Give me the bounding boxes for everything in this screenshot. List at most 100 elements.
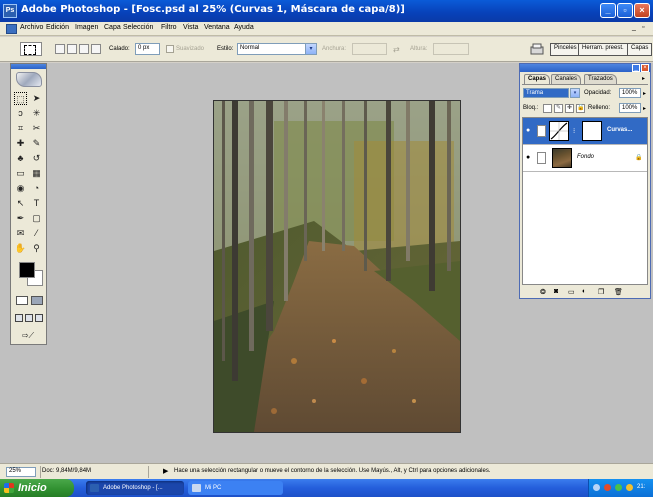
jump-to-imageready-icon[interactable]: ⇨⟋ [15, 329, 41, 342]
crop-icon[interactable]: ⌗ [14, 122, 27, 135]
marquee-icon[interactable]: ⬚ [14, 92, 27, 105]
lasso-icon[interactable]: ↄ [14, 107, 27, 120]
eraser-icon[interactable]: ▭ [14, 167, 27, 180]
standard-screen-mode-button[interactable] [15, 314, 23, 322]
gradient-icon[interactable]: ▦ [30, 167, 43, 180]
new-layer-icon[interactable]: ❐ [598, 288, 604, 296]
tray-language-icon[interactable] [593, 484, 600, 491]
zoom-level-field[interactable]: 25% [6, 467, 36, 477]
feather-input[interactable]: 0 px [135, 43, 160, 55]
toolbox-title-bar[interactable] [11, 64, 46, 69]
slice-icon[interactable]: ✂ [30, 122, 43, 135]
width-input[interactable] [352, 43, 387, 55]
mask-chain-icon[interactable]: ⁝ [573, 127, 575, 135]
layer-mask-thumbnail[interactable] [582, 121, 602, 141]
full-screen-menu-mode-button[interactable] [25, 314, 33, 322]
fill-slider-arrow-icon[interactable]: ▸ [643, 105, 646, 112]
quick-mask-mode-button[interactable] [31, 296, 43, 305]
new-selection-mode-icon[interactable] [55, 44, 65, 54]
layers-palette-title-bar[interactable] [520, 64, 650, 72]
magic-wand-icon[interactable]: ✳ [30, 107, 43, 120]
pen-icon[interactable]: ✒ [14, 212, 27, 225]
feather-logo-icon[interactable] [16, 72, 42, 87]
height-input[interactable] [433, 43, 469, 55]
close-button[interactable]: × [634, 3, 650, 18]
layer-row-fondo[interactable]: ● Fondo 🔒 [523, 145, 647, 172]
blur-icon[interactable]: ◉ [14, 182, 27, 195]
doc-minimize-button[interactable]: _ [632, 24, 636, 31]
swap-dimensions-icon[interactable]: ⇄ [393, 45, 400, 54]
type-icon[interactable]: T [30, 197, 43, 210]
start-button[interactable]: Inicio [0, 479, 74, 497]
taskbar-item-mi-pc[interactable]: Mi PC [188, 481, 283, 495]
zoom-icon[interactable]: ⚲ [30, 242, 43, 255]
menu-edicion[interactable]: Edición [46, 24, 69, 31]
doc-restore-button[interactable]: ▫ [642, 24, 644, 31]
tab-capas[interactable]: Capas [524, 74, 551, 84]
tool-preset-picker[interactable] [20, 42, 42, 56]
tray-volume-icon[interactable] [626, 484, 633, 491]
visibility-eye-icon[interactable]: ● [526, 127, 530, 134]
tray-network-icon[interactable] [615, 484, 622, 491]
new-group-icon[interactable]: ▭ [568, 288, 575, 296]
layer-style-icon[interactable]: ❂ [540, 288, 546, 296]
menu-ventana[interactable]: Ventana [204, 24, 230, 31]
palette-menu-arrow-icon[interactable]: ▸ [642, 75, 645, 82]
menu-seleccion[interactable]: Selección [123, 24, 153, 31]
blend-mode-dropdown-icon[interactable]: ▾ [570, 88, 580, 98]
taskbar-item-photoshop[interactable]: Adobe Photoshop - [... [86, 481, 184, 495]
subtract-selection-mode-icon[interactable] [79, 44, 89, 54]
opacity-input[interactable]: 100% [619, 88, 641, 98]
menu-filtro[interactable]: Filtro [161, 24, 177, 31]
lock-image-icon[interactable]: ✎ [554, 104, 563, 113]
tray-security-icon[interactable] [604, 484, 611, 491]
tool-presets-palette-button[interactable]: Herram. preest. [578, 43, 628, 56]
opacity-slider-arrow-icon[interactable]: ▸ [643, 90, 646, 97]
add-mask-icon[interactable]: ◙ [554, 288, 558, 295]
blend-mode-select[interactable]: Trama [523, 88, 569, 98]
menu-archivo[interactable]: Archivo [20, 24, 43, 31]
lock-position-icon[interactable]: ✚ [565, 104, 574, 113]
dodge-icon[interactable]: ◔ [30, 182, 43, 195]
minimize-button[interactable]: _ [600, 3, 616, 18]
fill-input[interactable]: 100% [619, 103, 641, 113]
antialias-checkbox[interactable] [166, 45, 174, 53]
tab-canales[interactable]: Canales [551, 74, 582, 84]
menu-ayuda[interactable]: Ayuda [234, 24, 254, 31]
healing-icon[interactable]: ✚ [14, 137, 27, 150]
document-canvas[interactable] [213, 100, 461, 433]
full-screen-mode-button[interactable] [35, 314, 43, 322]
menu-capa[interactable]: Capa [104, 24, 121, 31]
layer-link-box[interactable] [537, 125, 546, 137]
menu-vista[interactable]: Vista [183, 24, 198, 31]
move-icon[interactable]: ➤ [30, 92, 43, 105]
lock-all-icon[interactable]: 🔒 [576, 104, 585, 113]
document-icon[interactable] [6, 24, 17, 34]
palette-minimize-button[interactable]: _ [632, 64, 640, 72]
path-select-icon[interactable]: ↖ [14, 197, 27, 210]
menu-imagen[interactable]: Imagen [75, 24, 98, 31]
brushes-palette-button[interactable]: Pinceles [550, 43, 581, 56]
visibility-eye-icon[interactable]: ● [526, 154, 530, 161]
brush-icon[interactable]: ✎ [30, 137, 43, 150]
add-selection-mode-icon[interactable] [67, 44, 77, 54]
standard-mode-button[interactable] [16, 296, 28, 305]
lock-transparency-icon[interactable] [543, 104, 552, 113]
delete-layer-icon[interactable]: 🗑 [614, 288, 623, 296]
intersect-selection-mode-icon[interactable] [91, 44, 101, 54]
style-dropdown-icon[interactable]: ▾ [305, 43, 317, 55]
foreground-color-swatch[interactable] [19, 262, 35, 278]
notes-icon[interactable]: ✉ [14, 227, 27, 240]
stamp-icon[interactable]: ♣ [14, 152, 27, 165]
tab-trazados[interactable]: Trazados [584, 74, 617, 84]
palette-well-icon[interactable] [530, 42, 544, 56]
status-menu-arrow-icon[interactable]: ▶ [163, 467, 168, 475]
eyedropper-icon[interactable]: ⁄ [30, 227, 43, 240]
shape-icon[interactable]: ▢ [30, 212, 43, 225]
restore-button[interactable]: ▫ [617, 3, 633, 18]
history-brush-icon[interactable]: ↺ [30, 152, 43, 165]
layers-palette-button[interactable]: Capas [627, 43, 653, 56]
hand-icon[interactable]: ✋ [14, 242, 27, 255]
window-title-bar[interactable]: Ps Adobe Photoshop - [Fosc.psd al 25% (C… [0, 0, 653, 22]
layer-row-curvas[interactable]: ● ⁝ Curvas... [523, 118, 647, 145]
